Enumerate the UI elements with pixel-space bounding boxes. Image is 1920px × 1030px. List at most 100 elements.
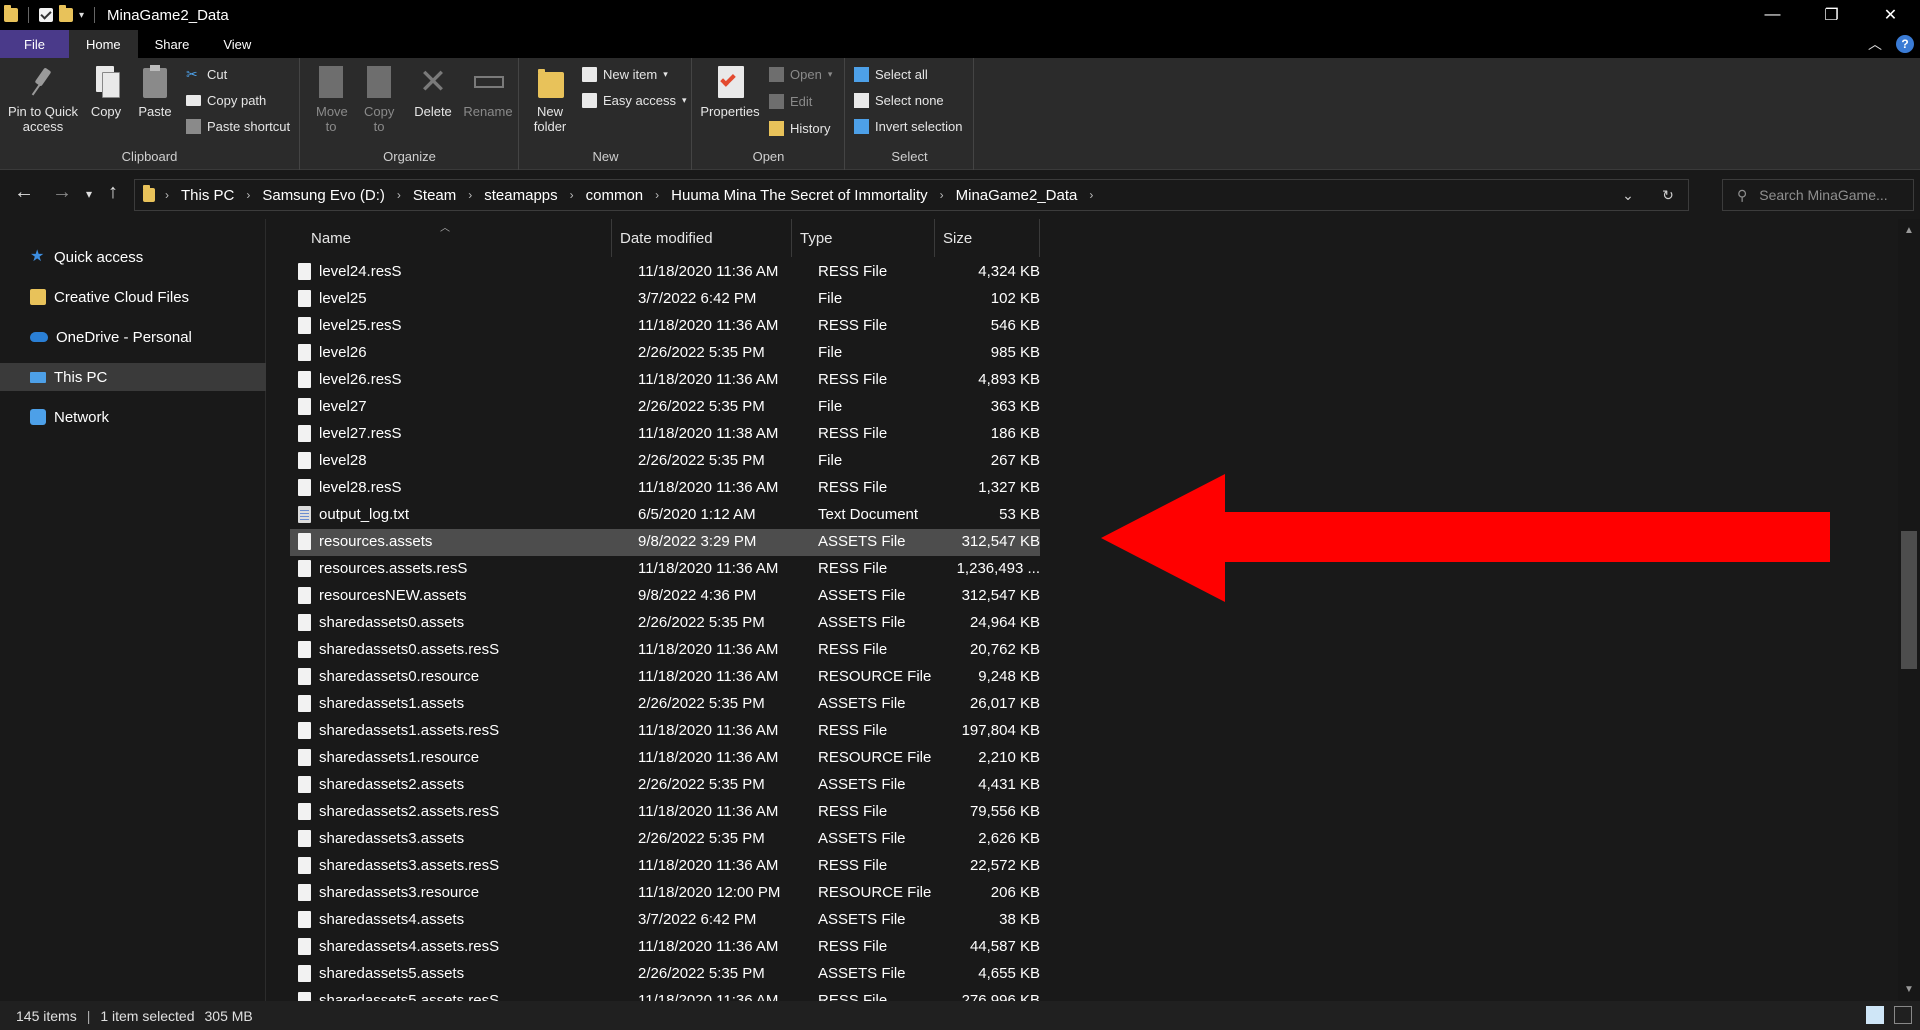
refresh-icon[interactable]: ↻ — [1648, 187, 1688, 204]
breadcrumb-drive[interactable]: Samsung Evo (D:) — [256, 187, 391, 204]
properties-button[interactable]: Properties — [697, 64, 763, 119]
tab-file[interactable]: File — [0, 30, 69, 58]
file-row[interactable]: sharedassets1.resource 11/18/2020 11:36 A… — [290, 745, 1040, 772]
tab-home[interactable]: Home — [68, 30, 138, 58]
delete-button[interactable]: ✕ Delete — [411, 64, 455, 119]
breadcrumb-chevron-icon[interactable]: › — [564, 188, 580, 202]
file-row[interactable]: sharedassets0.resource 11/18/2020 11:36 A… — [290, 664, 1040, 691]
file-date: 11/18/2020 11:36 AM — [638, 992, 779, 1001]
copy-path-button[interactable]: Copy path — [186, 93, 266, 108]
nav-this-pc[interactable]: This PC — [0, 363, 266, 391]
file-row[interactable]: level28 2/26/2022 5:35 PM File 267 KB — [290, 448, 1040, 475]
file-row[interactable]: sharedassets5.assets.resS 11/18/2020 11:3… — [290, 988, 1040, 1001]
file-row[interactable]: sharedassets1.assets.resS 11/18/2020 11:3… — [290, 718, 1040, 745]
edit-button[interactable]: Edit — [769, 94, 812, 109]
search-input[interactable]: ⚲ Search MinaGame... — [1722, 179, 1914, 211]
easy-access-button[interactable]: Easy access ▾ — [582, 93, 687, 108]
address-history-chevron-icon[interactable]: ⌄ — [1608, 187, 1648, 204]
forward-arrow-icon[interactable]: → — [52, 181, 72, 204]
file-row[interactable]: sharedassets3.assets 2/26/2022 5:35 PM ASS… — [290, 826, 1040, 853]
help-icon[interactable]: ? — [1896, 35, 1914, 53]
nav-onedrive[interactable]: OneDrive - Personal — [0, 323, 266, 351]
back-arrow-icon[interactable]: ← — [14, 181, 34, 204]
recent-locations-chevron-icon[interactable]: ▾ — [86, 187, 92, 201]
breadcrumb-this-pc[interactable]: This PC — [175, 187, 240, 204]
breadcrumb-chevron-icon[interactable]: › — [649, 188, 665, 202]
file-row[interactable]: sharedassets2.assets 2/26/2022 5:35 PM ASS… — [290, 772, 1040, 799]
tab-view[interactable]: View — [206, 30, 268, 58]
move-to-button[interactable]: Move to — [309, 64, 353, 134]
file-date: 11/18/2020 11:36 AM — [638, 641, 779, 658]
file-row[interactable]: sharedassets1.assets 2/26/2022 5:35 PM ASS… — [290, 691, 1040, 718]
file-row[interactable]: sharedassets3.assets.resS 11/18/2020 11:3… — [290, 853, 1040, 880]
column-header-name[interactable]: Name — [290, 219, 612, 257]
customize-qat-chevron-icon[interactable]: ▾ — [79, 10, 84, 21]
breadcrumb-chevron-icon[interactable]: › — [462, 188, 478, 202]
file-row[interactable]: sharedassets0.assets 2/26/2022 5:35 PM ASS… — [290, 610, 1040, 637]
collapse-ribbon-chevron-icon[interactable]: ︿ — [1868, 34, 1882, 54]
large-icons-view-icon[interactable] — [1894, 1006, 1912, 1024]
file-row[interactable]: sharedassets4.assets.resS 11/18/2020 11:3… — [290, 934, 1040, 961]
new-folder-button[interactable]: New folder — [528, 64, 572, 134]
details-view-icon[interactable] — [1866, 1006, 1884, 1024]
file-row[interactable]: level24.resS 11/18/2020 11:36 AM RESS File… — [290, 259, 1040, 286]
scroll-down-icon[interactable]: ▼ — [1898, 984, 1920, 995]
nav-network[interactable]: Network — [0, 403, 266, 431]
close-icon[interactable]: ✕ — [1861, 0, 1920, 30]
breadcrumb-steamapps[interactable]: steamapps — [478, 187, 563, 204]
breadcrumb-chevron-icon[interactable]: › — [391, 188, 407, 202]
file-row[interactable]: sharedassets5.assets 2/26/2022 5:35 PM ASS… — [290, 961, 1040, 988]
paste-button[interactable]: Paste — [134, 64, 176, 119]
file-row[interactable]: level25 3/7/2022 6:42 PM File 102 KB — [290, 286, 1040, 313]
file-row[interactable]: level27.resS 11/18/2020 11:38 AM RESS File… — [290, 421, 1040, 448]
new-item-button[interactable]: New item ▾ — [582, 67, 668, 82]
up-arrow-icon[interactable]: ↑ — [108, 181, 118, 204]
file-row[interactable]: resources.assets.resS 11/18/2020 11:36 AM… — [290, 556, 1040, 583]
maximize-icon[interactable]: ❐ — [1802, 0, 1861, 30]
breadcrumb-chevron-icon[interactable]: › — [1083, 188, 1099, 202]
file-row[interactable]: sharedassets4.assets 3/7/2022 6:42 PM ASSE… — [290, 907, 1040, 934]
file-row[interactable]: sharedassets0.assets.resS 11/18/2020 11:3… — [290, 637, 1040, 664]
breadcrumb-chevron-icon[interactable]: › — [934, 188, 950, 202]
invert-selection-button[interactable]: Invert selection — [854, 119, 962, 134]
cut-button[interactable]: ✂ Cut — [186, 67, 227, 83]
copy-to-button[interactable]: Copy to — [357, 64, 401, 134]
breadcrumb-data-folder[interactable]: MinaGame2_Data — [950, 187, 1084, 204]
file-row[interactable]: level26 2/26/2022 5:35 PM File 985 KB — [290, 340, 1040, 367]
file-row[interactable]: level28.resS 11/18/2020 11:36 AM RESS File… — [290, 475, 1040, 502]
nav-creative-cloud-files[interactable]: Creative Cloud Files — [0, 283, 266, 311]
breadcrumb-game[interactable]: Huuma Mina The Secret of Immortality — [665, 187, 933, 204]
tab-share[interactable]: Share — [138, 30, 207, 58]
nav-quick-access[interactable]: ★ Quick access — [0, 243, 266, 271]
file-row[interactable]: resourcesNEW.assets 9/8/2022 4:36 PM ASSET… — [290, 583, 1040, 610]
breadcrumb-chevron-icon[interactable]: › — [159, 188, 175, 202]
breadcrumb-steam[interactable]: Steam — [407, 187, 462, 204]
breadcrumb-chevron-icon[interactable]: › — [240, 188, 256, 202]
vertical-scrollbar[interactable]: ▲ ▼ — [1898, 219, 1920, 1001]
file-row[interactable]: sharedassets3.resource 11/18/2020 12:00 P… — [290, 880, 1040, 907]
file-row[interactable]: sharedassets2.assets.resS 11/18/2020 11:3… — [290, 799, 1040, 826]
copy-button[interactable]: Copy — [86, 64, 126, 119]
properties-check-icon[interactable] — [39, 8, 53, 22]
column-header-size[interactable]: Size — [935, 219, 1040, 257]
open-button[interactable]: Open ▾ — [769, 67, 832, 82]
address-bar[interactable]: › This PC › Samsung Evo (D:) › Steam › s… — [134, 179, 1689, 211]
select-all-button[interactable]: Select all — [854, 67, 928, 82]
scroll-up-icon[interactable]: ▲ — [1898, 225, 1920, 236]
file-row[interactable]: level25.resS 11/18/2020 11:36 AM RESS File… — [290, 313, 1040, 340]
file-row[interactable]: output_log.txt 6/5/2020 1:12 AM Text Docum… — [290, 502, 1040, 529]
column-header-type[interactable]: Type — [792, 219, 935, 257]
minimize-icon[interactable]: — — [1743, 0, 1802, 30]
file-row[interactable]: level27 2/26/2022 5:35 PM File 363 KB — [290, 394, 1040, 421]
scrollbar-thumb[interactable] — [1901, 531, 1917, 669]
file-row[interactable]: level26.resS 11/18/2020 11:36 AM RESS File… — [290, 367, 1040, 394]
column-header-date[interactable]: Date modified — [612, 219, 792, 257]
history-button[interactable]: History — [769, 121, 830, 136]
select-none-button[interactable]: Select none — [854, 93, 944, 108]
paste-shortcut-button[interactable]: Paste shortcut — [186, 119, 290, 134]
pin-to-quick-access-button[interactable]: Pin to Quick access — [6, 64, 80, 134]
file-row[interactable]: resources.assets 9/8/2022 3:29 PM ASSETS F… — [290, 529, 1040, 556]
breadcrumb-common[interactable]: common — [580, 187, 650, 204]
rename-button[interactable]: Rename — [463, 64, 513, 119]
new-folder-icon[interactable] — [59, 5, 73, 22]
